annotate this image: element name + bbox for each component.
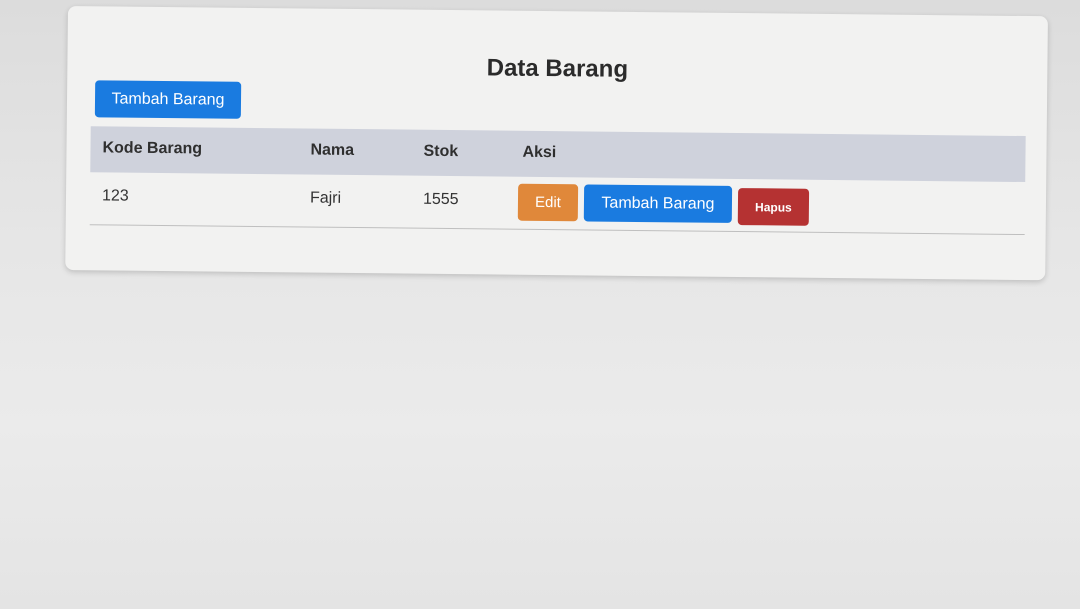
header-nama: Nama — [310, 141, 355, 160]
barang-table: Kode Barang Nama Stok Aksi 123 Fajri 155… — [89, 126, 1026, 236]
cell-stok: 1555 — [422, 190, 459, 209]
header-kode-barang: Kode Barang — [102, 139, 203, 158]
hapus-button[interactable]: Hapus — [737, 188, 810, 226]
cell-kode-barang: 123 — [101, 187, 129, 205]
edit-button[interactable]: Edit — [517, 183, 579, 222]
row-tambah-barang-button[interactable]: Tambah Barang — [583, 184, 733, 223]
cell-nama: Fajri — [309, 189, 342, 207]
header-aksi: Aksi — [522, 143, 557, 162]
table-row: 123 Fajri 1555 Edit Tambah Barang Hapus — [89, 172, 1026, 236]
data-barang-card: Data Barang Tambah Barang Kode Barang Na… — [65, 6, 1048, 281]
header-stok: Stok — [423, 142, 459, 161]
tambah-barang-button[interactable]: Tambah Barang — [94, 80, 242, 119]
